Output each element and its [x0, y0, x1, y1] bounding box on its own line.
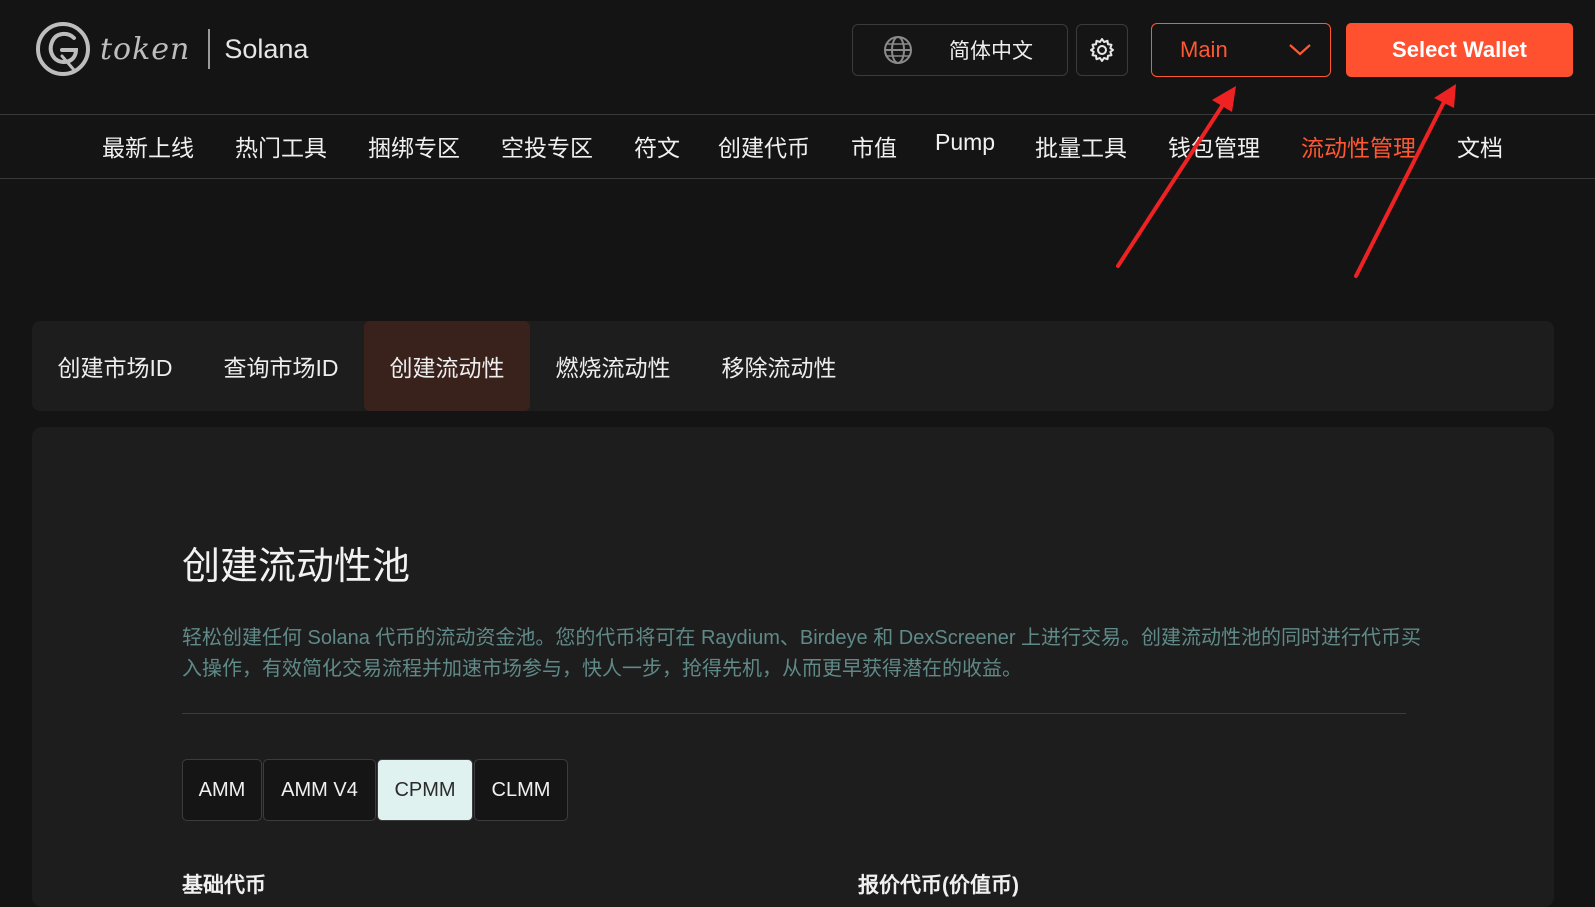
pool-type-amm-v4[interactable]: AMM V4 [263, 759, 376, 821]
language-selector[interactable]: 简体中文 [852, 24, 1068, 76]
tab-remove-liquidity[interactable]: 移除流动性 [696, 321, 862, 411]
tab-burn-liquidity[interactable]: 燃烧流动性 [530, 321, 696, 411]
divider [182, 713, 1406, 714]
chevron-down-icon [1289, 44, 1311, 56]
pool-type-cpmm[interactable]: CPMM [377, 759, 473, 821]
liquidity-subtabs: 创建市场ID 查询市场ID 创建流动性 燃烧流动性 移除流动性 [32, 321, 1554, 411]
nav-item-liquidity-management[interactable]: 流动性管理 [1301, 129, 1416, 163]
nav-item-wallet-management[interactable]: 钱包管理 [1168, 129, 1260, 163]
base-token-label: 基础代币 [182, 874, 266, 897]
logo-mark-icon [36, 22, 90, 76]
tab-create-liquidity[interactable]: 创建流动性 [364, 321, 530, 411]
page-description: 轻松创建任何 Solana 代币的流动资金池。您的代币将可在 Raydium、B… [182, 627, 1422, 680]
tab-create-market-id[interactable]: 创建市场ID [32, 321, 198, 411]
tab-query-market-id[interactable]: 查询市场ID [198, 321, 364, 411]
nav-item-pump[interactable]: Pump [935, 129, 995, 156]
logo-separator [208, 29, 211, 69]
nav-item-runes[interactable]: 符文 [634, 129, 680, 163]
select-wallet-button[interactable]: Select Wallet [1346, 23, 1573, 77]
pool-type-amm[interactable]: AMM [182, 759, 262, 821]
settings-button[interactable] [1076, 24, 1128, 76]
nav-item-latest[interactable]: 最新上线 [102, 129, 194, 163]
nav-item-docs[interactable]: 文档 [1457, 129, 1503, 163]
pool-type-clmm[interactable]: CLMM [474, 759, 568, 821]
create-pool-card: 创建流动性池 轻松创建任何 Solana 代币的流动资金池。您的代币将可在 Ra… [32, 427, 1554, 907]
nav-item-hot-tools[interactable]: 热门工具 [235, 129, 327, 163]
nav-item-airdrop[interactable]: 空投专区 [501, 129, 593, 163]
network-label: Main [1180, 37, 1228, 62]
logo-text: token [100, 31, 191, 67]
nav-item-market-cap[interactable]: 市值 [851, 129, 897, 163]
top-bar: token Solana 简体中文 Main Select Wallet [0, 0, 1595, 115]
page-title: 创建流动性池 [182, 546, 411, 588]
quote-token-label: 报价代币(价值币) [858, 874, 1019, 897]
nav-item-create-token[interactable]: 创建代币 [718, 129, 810, 163]
language-label: 简体中文 [949, 40, 1033, 63]
chain-name: Solana [224, 33, 309, 64]
main-nav: 最新上线 热门工具 捆绑专区 空投专区 符文 创建代币 市值 Pump 批量工具… [0, 115, 1595, 179]
network-dropdown[interactable]: Main [1151, 23, 1331, 77]
globe-icon [884, 36, 912, 64]
logo[interactable]: token Solana [34, 20, 308, 78]
nav-item-bundle[interactable]: 捆绑专区 [368, 129, 460, 163]
select-wallet-label: Select Wallet [1392, 37, 1527, 62]
pool-type-selector: AMM AMM V4 CPMM CLMM [182, 759, 569, 821]
nav-item-batch-tools[interactable]: 批量工具 [1035, 129, 1127, 163]
gear-icon [1090, 38, 1114, 62]
